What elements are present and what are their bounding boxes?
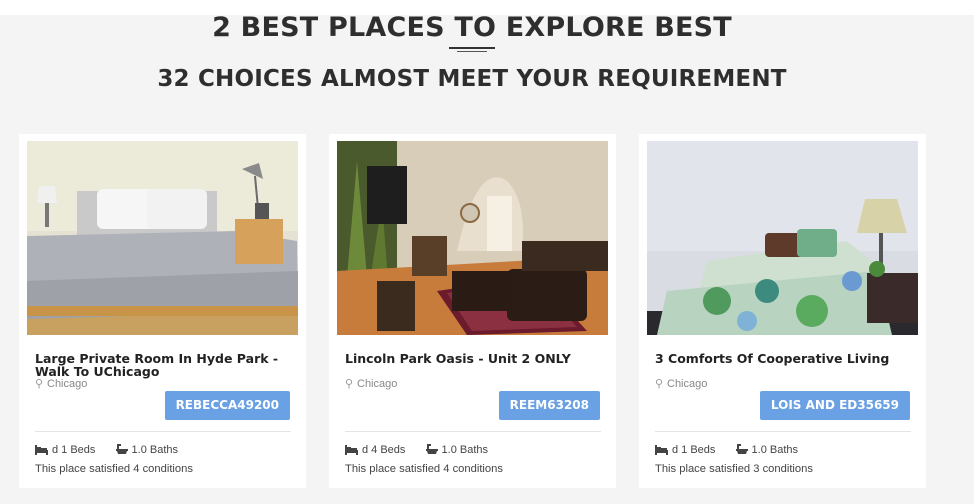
- listing-title[interactable]: Lincoln Park Oasis - Unit 2 ONLY: [345, 352, 603, 365]
- beds-count: d 4 Beds: [362, 444, 406, 456]
- beds-count: d 1 Beds: [672, 444, 716, 456]
- map-pin-icon: ⚲: [35, 378, 44, 390]
- divider: [35, 431, 291, 432]
- location-text: Chicago: [357, 378, 398, 390]
- listing-photo[interactable]: [337, 141, 608, 335]
- location-text: Chicago: [667, 378, 708, 390]
- bed-icon: [345, 445, 358, 458]
- conditions-text: This place satisfied 3 conditions: [655, 463, 813, 475]
- conditions-text: This place satisfied 4 conditions: [345, 463, 503, 475]
- bedroom-photo: [647, 141, 918, 335]
- beds-count: d 1 Beds: [52, 444, 96, 456]
- listing-stats: d 4 Beds 1.0 Baths: [345, 444, 488, 458]
- bed-icon: [35, 445, 48, 458]
- bedroom-photo: [27, 141, 298, 335]
- listing-card[interactable]: 3 Comforts Of Cooperative Living ⚲ Chicag…: [639, 134, 926, 488]
- host-button[interactable]: REBECCA49200: [164, 391, 290, 420]
- listing-card[interactable]: Large Private Room In Hyde Park - Walk T…: [19, 134, 306, 488]
- listing-photo[interactable]: [27, 141, 298, 335]
- listing-title[interactable]: 3 Comforts Of Cooperative Living: [655, 352, 913, 365]
- baths-count: 1.0 Baths: [131, 444, 179, 456]
- title-underline: [449, 47, 495, 53]
- map-pin-icon: ⚲: [655, 378, 664, 390]
- listing-card[interactable]: Lincoln Park Oasis - Unit 2 ONLY ⚲ Chicag…: [329, 134, 616, 488]
- conditions-text: This place satisfied 4 conditions: [35, 463, 193, 475]
- bed-icon: [655, 445, 668, 458]
- bathtub-icon: [425, 444, 438, 458]
- divider: [655, 431, 911, 432]
- bathtub-icon: [115, 444, 128, 458]
- page-subtitle: 32 CHOICES ALMOST MEET YOUR REQUIREMENT: [157, 66, 787, 92]
- location-text: Chicago: [47, 378, 88, 390]
- host-button[interactable]: REEM63208: [498, 391, 600, 420]
- listing-photo[interactable]: [647, 141, 918, 335]
- listing-stats: d 1 Beds 1.0 Baths: [35, 444, 178, 458]
- page-title: 2 BEST PLACES TO EXPLORE BEST: [212, 12, 732, 43]
- bathtub-icon: [735, 444, 748, 458]
- listing-title[interactable]: Large Private Room In Hyde Park - Walk T…: [35, 352, 293, 378]
- listing-location: ⚲ Chicago: [35, 377, 87, 390]
- listing-location: ⚲ Chicago: [345, 377, 397, 390]
- baths-count: 1.0 Baths: [751, 444, 799, 456]
- divider: [345, 431, 601, 432]
- host-button[interactable]: LOIS AND ED35659: [759, 391, 910, 420]
- living-room-photo: [337, 141, 608, 335]
- map-pin-icon: ⚲: [345, 378, 354, 390]
- listing-stats: d 1 Beds 1.0 Baths: [655, 444, 798, 458]
- listing-location: ⚲ Chicago: [655, 377, 707, 390]
- baths-count: 1.0 Baths: [441, 444, 489, 456]
